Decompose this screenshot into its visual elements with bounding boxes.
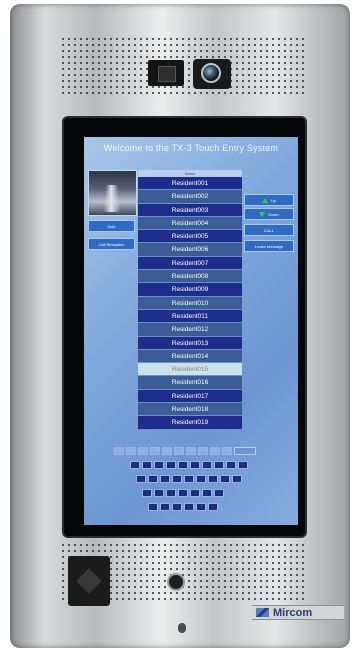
down-arrow-icon	[259, 211, 266, 217]
brand-plate: Mircom	[252, 605, 344, 620]
key[interactable]	[232, 475, 242, 483]
key[interactable]	[214, 461, 224, 469]
key[interactable]	[190, 461, 200, 469]
resident-row[interactable]: Resident002	[138, 190, 242, 204]
key[interactable]	[172, 475, 182, 483]
key[interactable]	[190, 489, 200, 497]
key[interactable]	[150, 447, 160, 455]
key[interactable]	[214, 489, 224, 497]
building-photo	[88, 170, 137, 216]
screw	[178, 623, 186, 633]
on-screen-keyboard	[84, 443, 298, 525]
resident-row[interactable]: Resident017	[138, 389, 242, 404]
key[interactable]	[178, 489, 188, 497]
resident-row[interactable]: Resident019	[138, 416, 242, 430]
down-label: Down	[268, 211, 279, 217]
resident-row[interactable]: Resident013	[138, 336, 242, 350]
lens-icon	[193, 59, 231, 89]
keyboard-row-3	[142, 489, 224, 497]
key[interactable]	[142, 489, 152, 497]
resident-row[interactable]: Resident007	[138, 256, 242, 271]
touch-screen: Welcome to the TX-3 Touch Entry System H…	[84, 137, 298, 525]
key[interactable]	[162, 447, 172, 455]
resident-row[interactable]: Resident004	[138, 216, 242, 231]
key[interactable]	[210, 447, 220, 455]
key[interactable]	[220, 475, 230, 483]
key[interactable]	[166, 489, 176, 497]
key[interactable]	[126, 447, 136, 455]
keyboard-row-numbers	[114, 447, 256, 455]
key[interactable]	[148, 503, 158, 511]
key[interactable]	[160, 475, 170, 483]
key[interactable]	[202, 489, 212, 497]
resident-row[interactable]: Resident018	[138, 403, 242, 417]
resident-row[interactable]: Resident001	[138, 177, 242, 191]
key[interactable]	[198, 447, 208, 455]
down-button[interactable]: Down	[244, 208, 294, 220]
call-button[interactable]: CALL	[244, 224, 294, 236]
help-button[interactable]: Help	[88, 220, 135, 232]
key[interactable]	[174, 447, 184, 455]
resident-row[interactable]: Resident014	[138, 349, 242, 364]
key[interactable]	[226, 461, 236, 469]
up-button[interactable]: Up	[244, 194, 294, 206]
keyboard-row-2	[136, 475, 242, 483]
resident-row[interactable]: Resident008	[138, 270, 242, 284]
resident-row[interactable]: Resident009	[138, 283, 242, 297]
resident-row[interactable]: Resident005	[138, 230, 242, 244]
resident-row[interactable]: Resident006	[138, 243, 242, 257]
key[interactable]	[138, 447, 148, 455]
card-reader-icon	[68, 556, 110, 606]
key[interactable]	[148, 475, 158, 483]
key[interactable]	[178, 461, 188, 469]
keyboard-row-1	[130, 461, 248, 469]
resident-directory: Name Resident001 Resident002 Resident003 Re…	[138, 170, 242, 430]
microphone-icon	[167, 573, 185, 591]
key[interactable]	[130, 461, 140, 469]
key[interactable]	[172, 503, 182, 511]
camera-icon	[148, 60, 184, 86]
key[interactable]	[202, 461, 212, 469]
up-arrow-icon	[261, 197, 268, 203]
resident-row[interactable]: Resident016	[138, 376, 242, 390]
key[interactable]	[186, 447, 196, 455]
welcome-title: Welcome to the TX-3 Touch Entry System	[103, 143, 279, 153]
key[interactable]	[160, 503, 170, 511]
resident-row[interactable]: Resident010	[138, 296, 242, 310]
key[interactable]	[184, 503, 194, 511]
resident-row[interactable]: Resident011	[138, 309, 242, 324]
mircom-logo	[256, 608, 269, 617]
key[interactable]	[196, 503, 206, 511]
leave-message-button[interactable]: Leave Message	[244, 240, 294, 252]
key[interactable]	[208, 503, 218, 511]
resident-row[interactable]: Resident015	[138, 363, 242, 377]
call-reception-button[interactable]: Call Reception	[88, 238, 135, 250]
key[interactable]	[166, 461, 176, 469]
brand-name: Mircom	[273, 606, 313, 619]
key[interactable]	[196, 475, 206, 483]
key[interactable]	[184, 475, 194, 483]
resident-row[interactable]: Resident012	[138, 323, 242, 337]
key[interactable]	[208, 475, 218, 483]
key[interactable]	[136, 475, 146, 483]
key[interactable]	[222, 447, 232, 455]
key[interactable]	[114, 447, 124, 455]
key[interactable]	[142, 461, 152, 469]
keyboard-row-4	[148, 503, 218, 511]
key[interactable]	[154, 461, 164, 469]
list-column-header: Name	[138, 170, 242, 177]
key[interactable]	[154, 489, 164, 497]
key[interactable]	[238, 461, 248, 469]
resident-row[interactable]: Resident003	[138, 203, 242, 217]
up-label: Up	[270, 197, 277, 203]
page-button[interactable]	[234, 447, 256, 455]
